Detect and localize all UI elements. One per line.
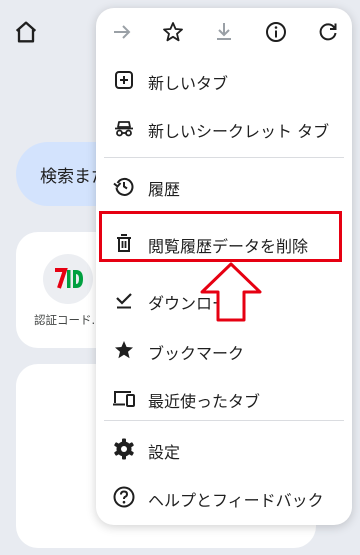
menu-item-recent-tabs[interactable]: 最近使ったタブ xyxy=(96,374,352,422)
home-button[interactable] xyxy=(12,18,40,46)
menu-item-new-tab[interactable]: 新しいタブ xyxy=(96,56,352,104)
bookmarks-star-icon xyxy=(115,341,133,359)
download-icon xyxy=(217,23,231,40)
reload-icon xyxy=(319,23,337,41)
forward-icon xyxy=(114,25,131,39)
menu-item-label: 設定 xyxy=(148,443,181,462)
help-icon xyxy=(113,486,135,508)
menu-item-label: 履歴 xyxy=(148,180,181,199)
recent-tabs-icon xyxy=(113,391,135,407)
history-icon xyxy=(113,177,134,196)
highlight-box xyxy=(99,211,342,262)
menu-toolbar xyxy=(96,8,352,56)
menu-item-label: 最近使ったタブ xyxy=(148,392,261,411)
bookmark-button[interactable] xyxy=(159,18,187,46)
forward-button[interactable] xyxy=(108,18,136,46)
menu-item-new-incognito-tab[interactable]: 新しいシークレット タブ xyxy=(96,104,352,152)
page-info-button[interactable] xyxy=(262,18,290,46)
settings-gear-icon xyxy=(114,438,134,460)
red-up-arrow-icon xyxy=(200,262,262,322)
home-icon xyxy=(15,21,37,43)
downloads-check-icon xyxy=(116,293,132,309)
menu-divider xyxy=(104,420,344,421)
new-tab-icon xyxy=(115,71,133,89)
menu-item-label: 新しいタブ xyxy=(148,74,229,93)
info-icon xyxy=(266,22,286,42)
shortcut-tile[interactable] xyxy=(43,254,93,304)
bookmark-star-icon xyxy=(163,22,183,42)
menu-item-bookmarks[interactable]: ブックマーク xyxy=(96,326,352,374)
download-page-button[interactable] xyxy=(210,18,238,46)
shortcut-label: 認証コード... xyxy=(34,313,103,327)
menu-item-label: ヘルプとフィードバック xyxy=(148,491,324,510)
menu-divider xyxy=(104,157,344,158)
menu-item-help-feedback[interactable]: ヘルプとフィードバック xyxy=(96,473,352,521)
menu-item-label: 新しいシークレット タブ xyxy=(148,122,330,141)
menu-item-label: ブックマーク xyxy=(148,344,245,363)
seven-id-logo-icon xyxy=(52,267,84,291)
menu-item-history[interactable]: 履歴 xyxy=(96,162,352,210)
menu-item-settings[interactable]: 設定 xyxy=(96,425,352,473)
reload-button[interactable] xyxy=(314,18,342,46)
incognito-icon xyxy=(115,121,133,137)
